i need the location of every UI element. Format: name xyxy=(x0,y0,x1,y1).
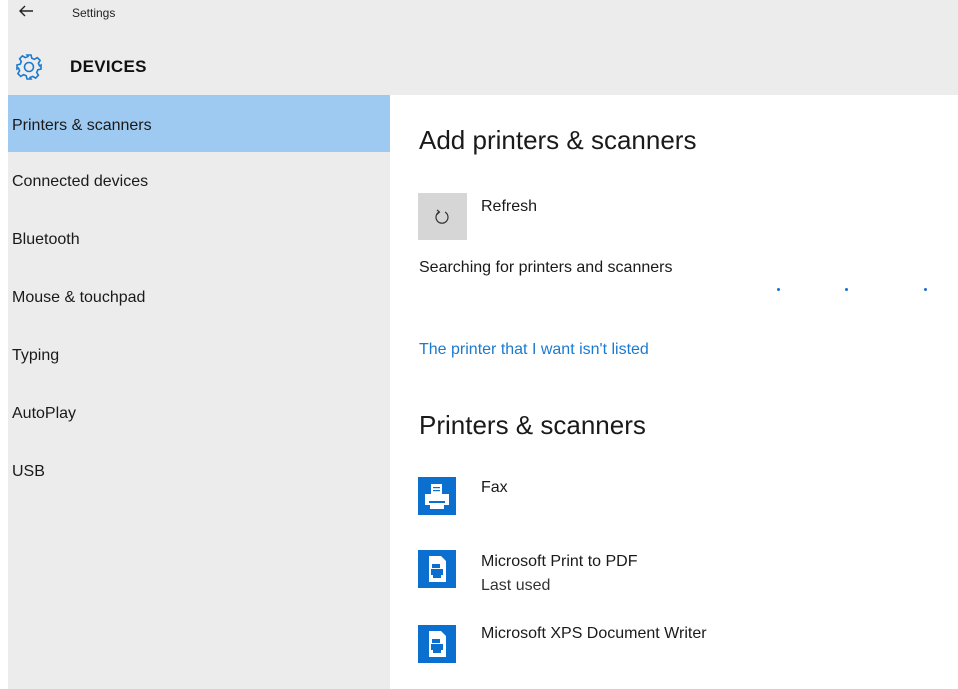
back-arrow-icon[interactable] xyxy=(18,4,34,18)
sidebar-item-printers-scanners[interactable]: Printers & scanners xyxy=(8,95,390,152)
section-title: DEVICES xyxy=(70,57,147,76)
fax-printer-icon[interactable] xyxy=(418,477,456,515)
sidebar-item-label: AutoPlay xyxy=(12,405,77,422)
printer-status: Last used xyxy=(481,577,551,594)
progress-dot xyxy=(924,288,927,291)
sidebar-item-autoplay[interactable]: AutoPlay xyxy=(8,385,390,442)
printer-name[interactable]: Microsoft Print to PDF xyxy=(481,553,637,571)
add-printers-heading: Add printers & scanners xyxy=(419,125,697,155)
sidebar-item-mouse-touchpad[interactable]: Mouse & touchpad xyxy=(8,269,390,326)
app-title: Settings xyxy=(72,6,116,20)
progress-dot xyxy=(845,288,848,291)
sidebar-item-label: Mouse & touchpad xyxy=(12,289,146,306)
sidebar: Printers & scanners Connected devices Bl… xyxy=(8,95,390,689)
main-content: Add printers & scanners Refresh Searchin… xyxy=(390,95,958,689)
printer-not-listed-link[interactable]: The printer that I want isn't listed xyxy=(419,341,649,359)
printer-name[interactable]: Fax xyxy=(481,479,508,497)
sidebar-item-usb[interactable]: USB xyxy=(8,443,390,500)
refresh-label[interactable]: Refresh xyxy=(481,198,537,216)
sidebar-item-label: USB xyxy=(12,463,45,480)
sidebar-item-bluetooth[interactable]: Bluetooth xyxy=(8,211,390,268)
document-printer-icon[interactable] xyxy=(418,625,456,663)
refresh-icon xyxy=(435,209,449,224)
sidebar-item-label: Connected devices xyxy=(12,173,149,190)
refresh-button[interactable] xyxy=(418,193,467,240)
sidebar-item-typing[interactable]: Typing xyxy=(8,327,390,384)
sidebar-item-label: Bluetooth xyxy=(12,231,80,248)
gear-icon xyxy=(16,54,42,80)
progress-dot xyxy=(777,288,780,291)
sidebar-item-label: Typing xyxy=(12,347,60,364)
printer-name[interactable]: Microsoft XPS Document Writer xyxy=(481,625,707,643)
printers-list-heading: Printers & scanners xyxy=(419,410,646,440)
sidebar-item-connected-devices[interactable]: Connected devices xyxy=(8,153,390,210)
title-bar: Settings DEVICES xyxy=(8,0,958,95)
document-printer-icon[interactable] xyxy=(418,550,456,588)
searching-status: Searching for printers and scanners xyxy=(419,259,673,276)
sidebar-item-label: Printers & scanners xyxy=(12,117,152,134)
